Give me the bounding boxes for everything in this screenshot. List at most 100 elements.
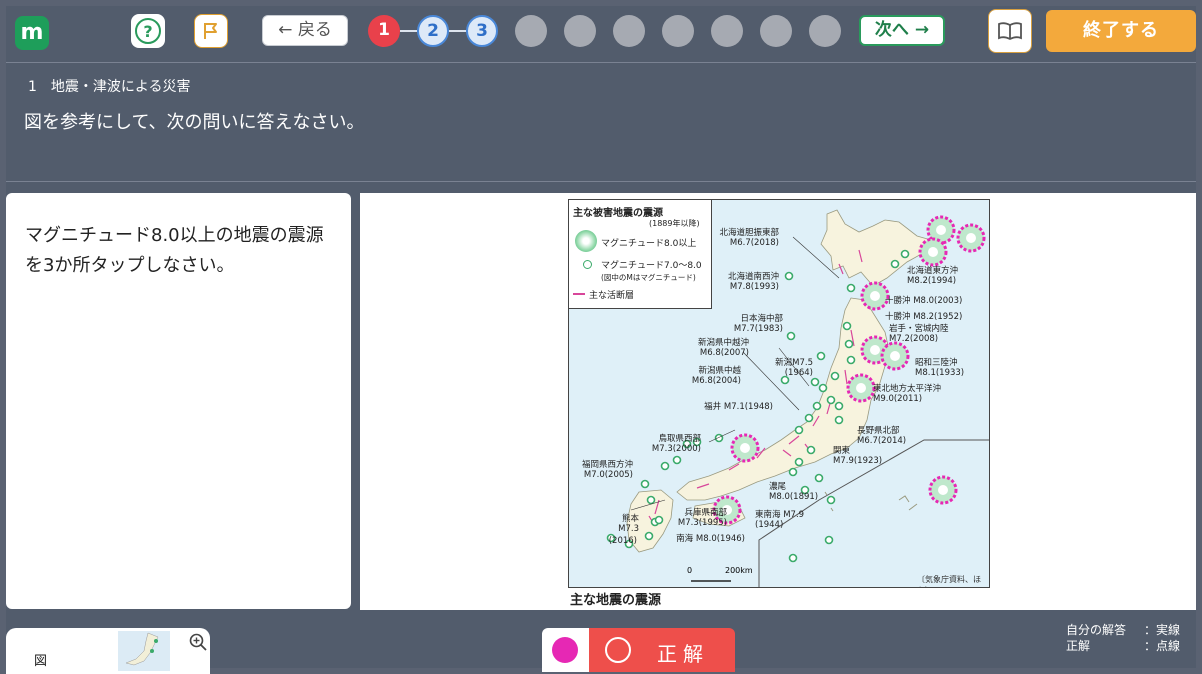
map-label-name: 昭和三陸沖 xyxy=(915,358,958,368)
map-label: 十勝沖 M8.0(2003) xyxy=(885,296,962,306)
large-quake-marker[interactable] xyxy=(956,223,986,253)
map-label-name: (2016) xyxy=(608,536,637,546)
map-label-magnitude: M7.0(2005) xyxy=(583,470,633,480)
map-label-name: 濃尾 xyxy=(769,482,787,492)
small-quake-marker xyxy=(834,415,844,425)
key-mine-value: ：実線 xyxy=(1144,623,1181,637)
small-quake-marker xyxy=(846,283,856,293)
flag-button[interactable] xyxy=(194,14,228,48)
map-label: 東南海 M7.9 (1944) xyxy=(755,510,804,530)
progress-step-1[interactable]: 1 xyxy=(368,15,400,47)
progress-step-5[interactable] xyxy=(564,15,596,47)
earthquake-map[interactable]: 主な被害地震の震源 (1889年以降) マグニチュード8.0以上 マグニチュード… xyxy=(568,199,990,588)
small-quake-marker xyxy=(804,413,814,423)
progress-step-2[interactable]: 2 xyxy=(417,15,449,47)
help-button[interactable]: ? xyxy=(131,14,165,48)
small-quake-marker xyxy=(818,383,828,393)
map-label-name: 新潟県中越沖 xyxy=(697,338,749,348)
map-label-name: 福岡県西方沖 xyxy=(581,460,633,470)
map-label-name: 東北地方太平洋沖 xyxy=(873,384,942,394)
small-quake-marker xyxy=(788,467,798,477)
map-label: 十勝沖 M8.2(1952) xyxy=(885,312,962,322)
map-label: 岩手・宮城内陸 M7.2(2008) xyxy=(889,324,949,344)
map-label-magnitude: M6.7(2018) xyxy=(729,238,779,248)
large-quake-marker[interactable] xyxy=(880,341,910,371)
small-quake-marker xyxy=(810,377,820,387)
map-label-magnitude: M8.2(1994) xyxy=(907,276,957,286)
correct-answer-button[interactable]: 正解 xyxy=(589,628,735,672)
map-label-name: 南海 M8.0(1946) xyxy=(676,534,745,544)
small-quake-marker xyxy=(640,479,650,489)
key-correct-label: 正解 xyxy=(1066,639,1091,653)
map-label-name: 日本海中部 xyxy=(740,314,783,324)
question-panel: 1 地震・津波による災害 図を参考にして、次の問いに答えなさい。 xyxy=(6,62,1196,182)
small-quake-marker xyxy=(786,331,796,341)
next-button[interactable]: 次へ → xyxy=(859,15,945,46)
map-label-magnitude: M6.8(2007) xyxy=(699,348,749,358)
progress-step-8[interactable] xyxy=(711,15,743,47)
large-quake-marker[interactable] xyxy=(928,475,958,505)
map-label-name: 東南海 M7.9 xyxy=(755,510,805,520)
large-quake-marker[interactable] xyxy=(846,373,876,403)
correct-answer-label: 正解 xyxy=(657,642,709,666)
map-label-name: 北海道胆振東部 xyxy=(719,228,779,238)
map-label-magnitude: M7.7(1983) xyxy=(733,324,783,334)
map-label: 熊本 M7.3 xyxy=(618,514,639,534)
legend-small-label: マグニチュード7.0～8.0 xyxy=(601,261,702,271)
back-button[interactable]: ← 戻る xyxy=(262,15,348,46)
flag-icon xyxy=(204,23,217,39)
small-quake-marker xyxy=(824,535,834,545)
small-quake-marker xyxy=(830,371,840,381)
map-label: 鳥取県西部 M7.3(2000) xyxy=(652,434,701,454)
zoom-in-icon[interactable] xyxy=(188,632,208,652)
small-quake-marker xyxy=(644,531,654,541)
small-quake-marker xyxy=(654,515,664,525)
map-label: 東北地方太平洋沖 M9.0(2011) xyxy=(873,384,941,404)
progress-step-7[interactable] xyxy=(662,15,694,47)
answer-marker-legend xyxy=(542,628,589,672)
map-label-name: 北海道南西沖 xyxy=(727,272,779,282)
top-toolbar: m ? ← 戻る 123 次へ → 終了する xyxy=(6,6,1196,62)
progress-step-9[interactable] xyxy=(760,15,792,47)
map-label-magnitude: M7.9(1923) xyxy=(833,456,883,466)
thumbnail-map-image[interactable] xyxy=(118,631,170,671)
progress-step-10[interactable] xyxy=(809,15,841,47)
progress-step-3[interactable]: 3 xyxy=(466,15,498,47)
map-label-name: 新潟M7.5 xyxy=(775,358,813,368)
map-label-magnitude: M7.3 xyxy=(618,524,639,534)
map-label-magnitude: M7.3(1995) xyxy=(677,518,727,528)
reference-book-button[interactable] xyxy=(988,9,1032,53)
map-label-name: 十勝沖 M8.2(1952) xyxy=(885,312,963,322)
end-button[interactable]: 終了する xyxy=(1046,10,1196,52)
pink-dot-icon xyxy=(552,637,578,663)
map-label-magnitude: M7.3(2000) xyxy=(651,444,701,454)
large-quake-marker[interactable] xyxy=(918,237,948,267)
large-quake-marker[interactable] xyxy=(730,433,760,463)
small-quake-marker xyxy=(672,455,682,465)
progress-step-4[interactable] xyxy=(515,15,547,47)
map-label: 福井 M7.1(1948) xyxy=(704,402,773,412)
map-label-name: 福井 M7.1(1948) xyxy=(704,402,773,412)
map-legend: 主な被害地震の震源 (1889年以降) マグニチュード8.0以上 マグニチュード… xyxy=(569,200,712,309)
app-frame: m ? ← 戻る 123 次へ → 終了する 1 地震・津波による災害 図を参考… xyxy=(6,6,1196,674)
map-label: 福岡県西方沖 M7.0(2005) xyxy=(582,460,633,480)
map-source: 〔気象庁資料、ほか〕 xyxy=(917,575,981,587)
progress-step-6[interactable] xyxy=(613,15,645,47)
map-label-name: 新潟県中越 xyxy=(698,366,741,376)
map-label-magnitude: (1944) xyxy=(755,520,784,530)
map-label: 関東 M7.9(1923) xyxy=(833,446,882,466)
map-label: 長野県北部 M6.7(2014) xyxy=(857,426,906,446)
map-label: 北海道胆振東部 M6.7(2018) xyxy=(719,228,779,248)
legend-title: 主な被害地震の震源 xyxy=(573,208,663,219)
scale-km: 200km xyxy=(725,566,753,575)
map-label: 北海道南西沖 M7.8(1993) xyxy=(728,272,779,292)
map-label-name: 北海道東方沖 xyxy=(907,266,959,276)
map-label-magnitude: M6.8(2004) xyxy=(691,376,741,386)
map-label: 昭和三陸沖 M8.1(1933) xyxy=(915,358,964,378)
instruction-text: マグニチュード8.0以上の地震の震源を3か所タップしなさい。 xyxy=(25,225,324,276)
key-correct-value: ：点線 xyxy=(1144,639,1181,653)
map-label-magnitude: M6.7(2014) xyxy=(857,436,907,446)
small-quake-marker xyxy=(794,425,804,435)
figure-thumbnail-tab[interactable]: 図 xyxy=(6,628,210,674)
figure-caption: 主な地震の震源 xyxy=(570,593,662,608)
